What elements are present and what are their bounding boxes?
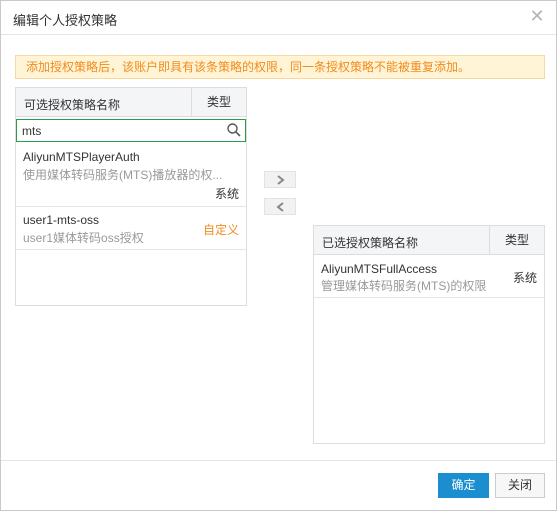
notice-banner: 添加授权策略后，该账户即具有该条策略的权限，同一条授权策略不能被重复添加。	[15, 55, 545, 79]
footer-divider	[1, 460, 556, 461]
available-item-desc: 使用媒体转码服务(MTS)播放器的权...	[23, 168, 223, 182]
available-col-type: 类型	[191, 88, 246, 116]
confirm-button[interactable]: 确定	[438, 473, 489, 498]
selected-item-desc: 管理媒体转码服务(MTS)的权限	[321, 279, 487, 293]
chevron-right-icon	[277, 175, 285, 185]
search-icon[interactable]	[226, 122, 242, 138]
available-table-header: 可选授权策略名称 类型	[16, 88, 246, 117]
edit-policy-dialog: 编辑个人授权策略 ✕ 添加授权策略后，该账户即具有该条策略的权限，同一条授权策略…	[0, 0, 557, 511]
selected-policies-panel: 已选授权策略名称 类型 AliyunMTSFullAccess 管理媒体转码服务…	[313, 225, 545, 444]
dialog-header: 编辑个人授权策略 ✕	[1, 1, 556, 35]
available-item-type: 系统	[214, 187, 239, 201]
available-item-type: 自定义	[202, 223, 239, 237]
policy-search-box	[16, 119, 246, 142]
selected-list-item[interactable]: AliyunMTSFullAccess 管理媒体转码服务(MTS)的权限 系统	[314, 256, 544, 298]
selected-table-header: 已选授权策略名称 类型	[314, 226, 544, 255]
selected-col-name: 已选授权策略名称	[322, 236, 419, 250]
selected-col-type: 类型	[489, 226, 544, 254]
available-item-name: user1-mts-oss	[23, 213, 100, 227]
available-policies-panel: 可选授权策略名称 类型 AliyunMTSPlayerAuth 使用媒体转码服务…	[15, 87, 247, 306]
policy-search-input[interactable]	[17, 120, 227, 141]
selected-item-name: AliyunMTSFullAccess	[321, 262, 438, 276]
available-col-name: 可选授权策略名称	[24, 98, 121, 112]
available-item-desc: user1媒体转码oss授权	[23, 231, 144, 245]
close-button[interactable]: 关闭	[495, 473, 545, 498]
remove-policy-button[interactable]	[264, 198, 296, 215]
dialog-title: 编辑个人授权策略	[13, 13, 118, 28]
selected-item-type: 系统	[512, 271, 537, 285]
chevron-left-icon	[276, 202, 284, 212]
available-list-item[interactable]: AliyunMTSPlayerAuth 使用媒体转码服务(MTS)播放器的权..…	[16, 143, 246, 207]
available-item-name: AliyunMTSPlayerAuth	[23, 150, 140, 164]
close-icon[interactable]: ✕	[528, 7, 546, 25]
available-list-item[interactable]: user1-mts-oss user1媒体转码oss授权 自定义	[16, 208, 246, 250]
add-policy-button[interactable]	[264, 171, 296, 188]
